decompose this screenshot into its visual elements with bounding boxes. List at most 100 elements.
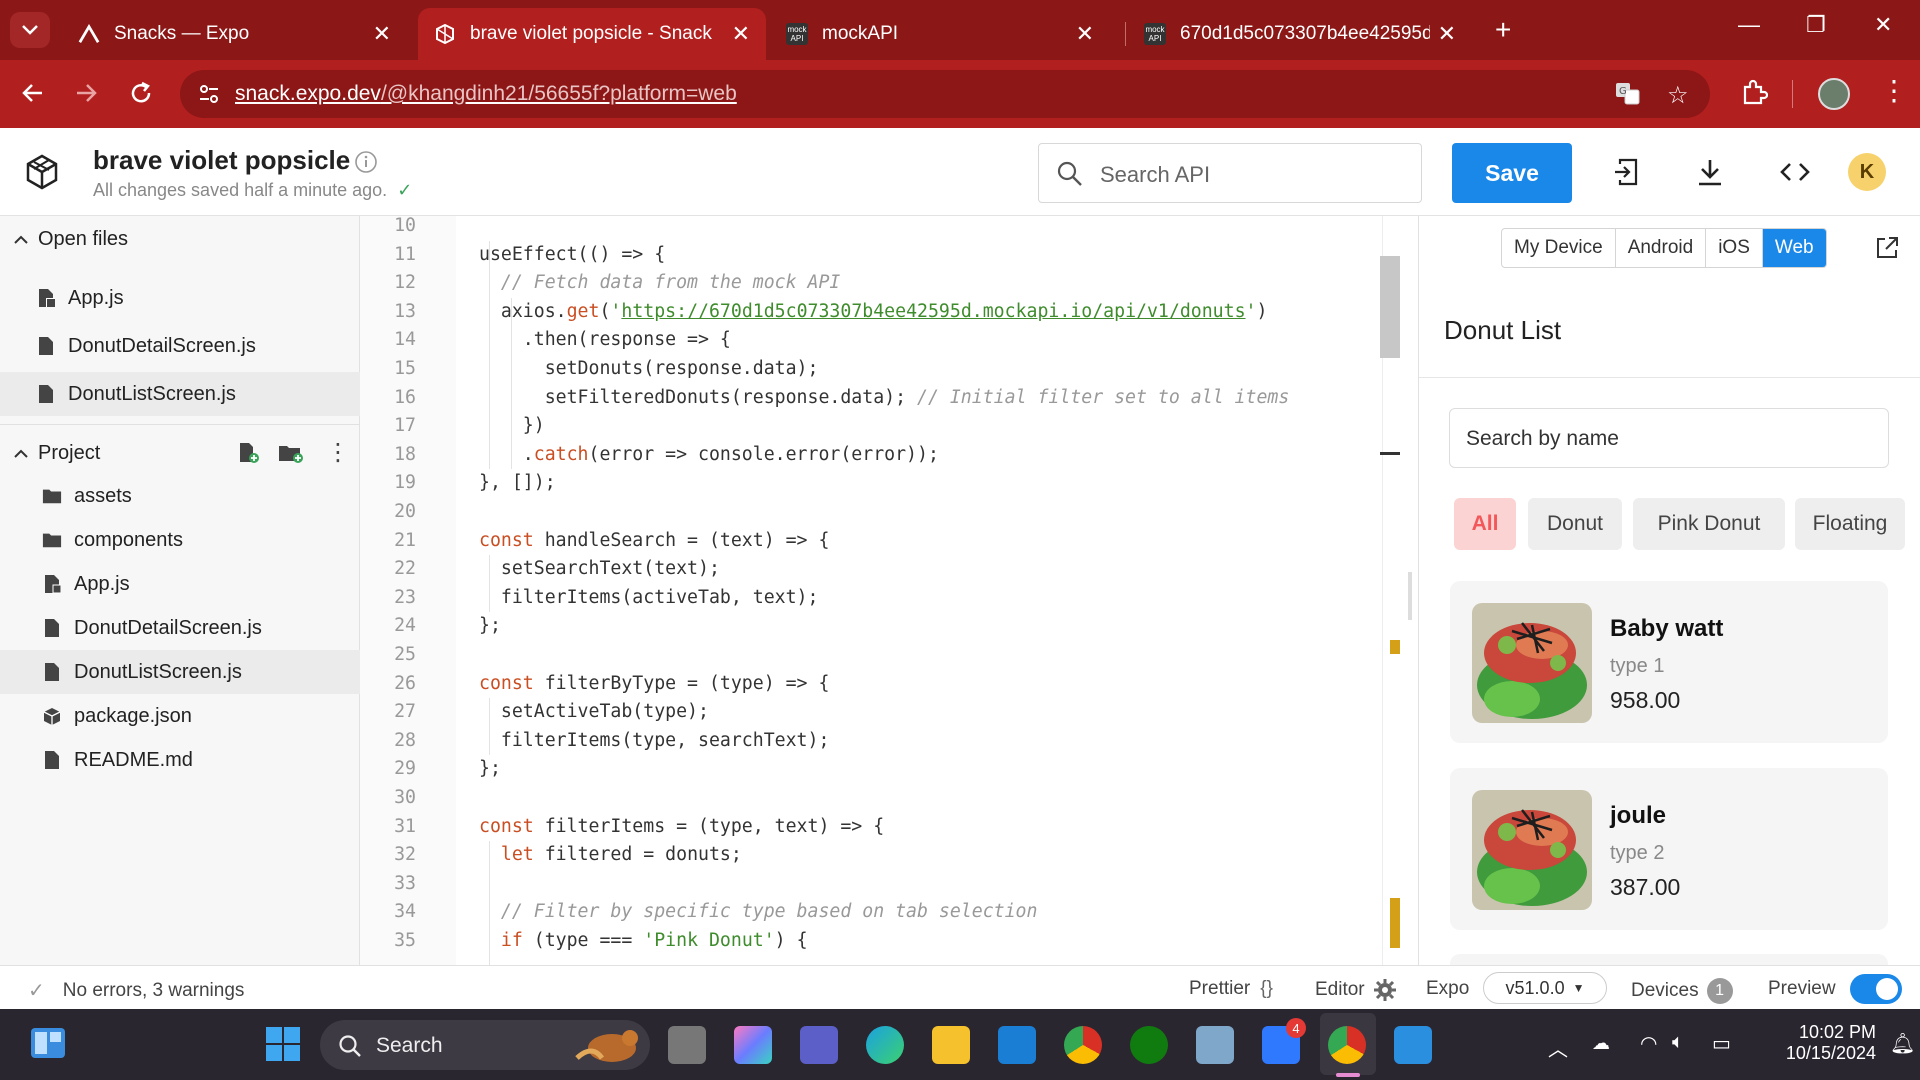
- tab-ios[interactable]: iOS: [1706, 229, 1763, 267]
- wifi-icon[interactable]: ◠: [1640, 1031, 1657, 1056]
- project-item-donut-list[interactable]: DonutListScreen.js: [0, 650, 360, 694]
- windows-start-icon[interactable]: [266, 1027, 300, 1061]
- snack-logo-icon[interactable]: [22, 152, 62, 192]
- new-tab-button[interactable]: +: [1495, 14, 1511, 46]
- vscode-icon[interactable]: [1394, 1026, 1432, 1064]
- onedrive-icon[interactable]: ☁: [1592, 1033, 1610, 1054]
- chevron-up-icon[interactable]: ︿: [1548, 1033, 1568, 1062]
- editor-settings[interactable]: Editor: [1315, 978, 1397, 1002]
- code-line[interactable]: 20: [360, 498, 1418, 527]
- code-text[interactable]: const filterItems = (type, text) => {: [479, 813, 884, 842]
- donut-card[interactable]: Baby watt type 1 958.00: [1450, 581, 1888, 743]
- project-item-components[interactable]: components: [0, 518, 360, 562]
- close-icon[interactable]: ✕: [732, 21, 750, 47]
- project-item-donut-detail[interactable]: DonutDetailScreen.js: [0, 606, 360, 650]
- code-text[interactable]: const handleSearch = (text) => {: [479, 527, 829, 556]
- project-item-readme[interactable]: README.md: [0, 738, 360, 782]
- reload-button[interactable]: [128, 80, 154, 106]
- donut-card[interactable]: joule type 2 387.00: [1450, 768, 1888, 930]
- code-line[interactable]: 34 // Filter by specific type based on t…: [360, 898, 1418, 927]
- back-button[interactable]: [20, 80, 46, 106]
- widgets-icon[interactable]: [30, 1026, 66, 1060]
- code-text[interactable]: };: [479, 755, 501, 784]
- xbox-icon[interactable]: [1130, 1026, 1168, 1064]
- project-item-assets[interactable]: assets: [0, 474, 360, 518]
- code-text[interactable]: axios.get('https://670d1d5c073307b4ee425…: [479, 298, 1268, 327]
- code-line[interactable]: 22 setSearchText(text);: [360, 555, 1418, 584]
- project-title[interactable]: brave violet popsicle: [93, 145, 350, 176]
- copilot-icon[interactable]: [734, 1026, 772, 1064]
- browser-tab-snacks[interactable]: Snacks — Expo ✕: [62, 8, 407, 60]
- code-text[interactable]: filterItems(activeTab, text);: [479, 584, 819, 613]
- scrollbar-thumb[interactable]: [1380, 256, 1400, 358]
- chrome-icon[interactable]: [1064, 1026, 1102, 1064]
- close-window-button[interactable]: ✕: [1874, 12, 1892, 38]
- site-info-icon[interactable]: [198, 83, 220, 105]
- code-line[interactable]: 16 setFilteredDonuts(response.data); // …: [360, 384, 1418, 413]
- code-line[interactable]: 24};: [360, 612, 1418, 641]
- code-line[interactable]: 19}, []);: [360, 469, 1418, 498]
- prettier-toggle[interactable]: Prettier{}: [1189, 978, 1273, 1000]
- code-line[interactable]: 29};: [360, 755, 1418, 784]
- battery-icon[interactable]: ▭: [1712, 1031, 1731, 1056]
- close-icon[interactable]: ✕: [1076, 21, 1094, 47]
- filter-chip-all[interactable]: All: [1454, 498, 1516, 550]
- open-external-icon[interactable]: [1875, 236, 1899, 260]
- task-view-icon[interactable]: [668, 1026, 706, 1064]
- code-line[interactable]: 26 const filterByType = (type) => {: [360, 670, 1418, 699]
- code-text[interactable]: setActiveTab(type);: [479, 698, 709, 727]
- add-folder-icon[interactable]: [278, 442, 304, 464]
- save-button[interactable]: Save: [1452, 143, 1572, 203]
- code-line[interactable]: 12 // Fetch data from the mock API: [360, 269, 1418, 298]
- profile-avatar[interactable]: [1818, 78, 1850, 110]
- chrome-active-icon[interactable]: [1328, 1026, 1366, 1064]
- code-line[interactable]: 28 filterItems(type, searchText);: [360, 727, 1418, 756]
- project-item-package-json[interactable]: package.json: [0, 694, 360, 738]
- user-avatar[interactable]: K: [1848, 153, 1886, 191]
- code-text[interactable]: .catch(error => console.error(error));: [479, 441, 939, 470]
- teams-icon[interactable]: [800, 1026, 838, 1064]
- code-text[interactable]: useEffect(() => {: [479, 241, 665, 270]
- code-line[interactable]: 21 const handleSearch = (text) => {: [360, 527, 1418, 556]
- import-icon[interactable]: [1614, 158, 1638, 186]
- code-editor[interactable]: 10 11 useEffect(() => {12 // Fetch data fr…: [360, 216, 1418, 965]
- code-text[interactable]: setFilteredDonuts(response.data); // Ini…: [479, 384, 1290, 413]
- restore-button[interactable]: ❐: [1806, 12, 1826, 38]
- more-options-icon[interactable]: ⋮: [326, 438, 350, 467]
- code-line[interactable]: 17 }): [360, 412, 1418, 441]
- code-line[interactable]: 25: [360, 641, 1418, 670]
- embed-code-icon[interactable]: [1780, 161, 1810, 183]
- taskbar-search[interactable]: Search: [320, 1020, 650, 1070]
- close-icon[interactable]: ✕: [1438, 21, 1456, 47]
- project-item-app-js[interactable]: App.js: [0, 562, 360, 606]
- close-icon[interactable]: ✕: [373, 21, 391, 47]
- filter-chip-pink-donut[interactable]: Pink Donut: [1633, 498, 1785, 550]
- code-line[interactable]: 32 let filtered = donuts;: [360, 841, 1418, 870]
- add-file-icon[interactable]: [238, 442, 260, 464]
- volume-icon[interactable]: 🔈︎: [1672, 1031, 1684, 1054]
- code-line[interactable]: 18 .catch(error => console.error(error))…: [360, 441, 1418, 470]
- code-text[interactable]: const filterByType = (type) => {: [479, 670, 829, 699]
- clock[interactable]: 10:02 PM 10/15/2024: [1758, 1022, 1876, 1064]
- translate-icon[interactable]: G: [1615, 82, 1641, 106]
- code-line[interactable]: 23 filterItems(activeTab, text);: [360, 584, 1418, 613]
- open-file-app-js[interactable]: App.js: [0, 276, 360, 320]
- code-text[interactable]: // Filter by specific type based on tab …: [479, 898, 1038, 927]
- bell-icon[interactable]: 🔔︎: [1890, 1031, 1915, 1056]
- open-file-donut-detail[interactable]: DonutDetailScreen.js: [0, 324, 360, 368]
- code-line[interactable]: 10: [360, 216, 1418, 241]
- browser-tab-mockapi[interactable]: mock API mockAPI ✕: [770, 8, 1110, 60]
- code-text[interactable]: // Fetch data from the mock API: [479, 269, 840, 298]
- open-files-header[interactable]: Open files: [14, 228, 128, 251]
- tab-web[interactable]: Web: [1762, 229, 1826, 267]
- forward-button[interactable]: [73, 80, 99, 106]
- code-line[interactable]: 33: [360, 870, 1418, 899]
- code-text[interactable]: filterItems(type, searchText);: [479, 727, 830, 756]
- code-text[interactable]: };: [479, 612, 501, 641]
- bookmark-star-icon[interactable]: ☆: [1667, 81, 1689, 110]
- sdk-version-select[interactable]: v51.0.0 ▼: [1483, 972, 1607, 1004]
- tab-search-button[interactable]: [10, 12, 50, 48]
- code-line[interactable]: 13 axios.get('https://670d1d5c073307b4ee…: [360, 298, 1418, 327]
- preview-toggle[interactable]: [1850, 974, 1902, 1004]
- filter-chip-floating[interactable]: Floating: [1795, 498, 1905, 550]
